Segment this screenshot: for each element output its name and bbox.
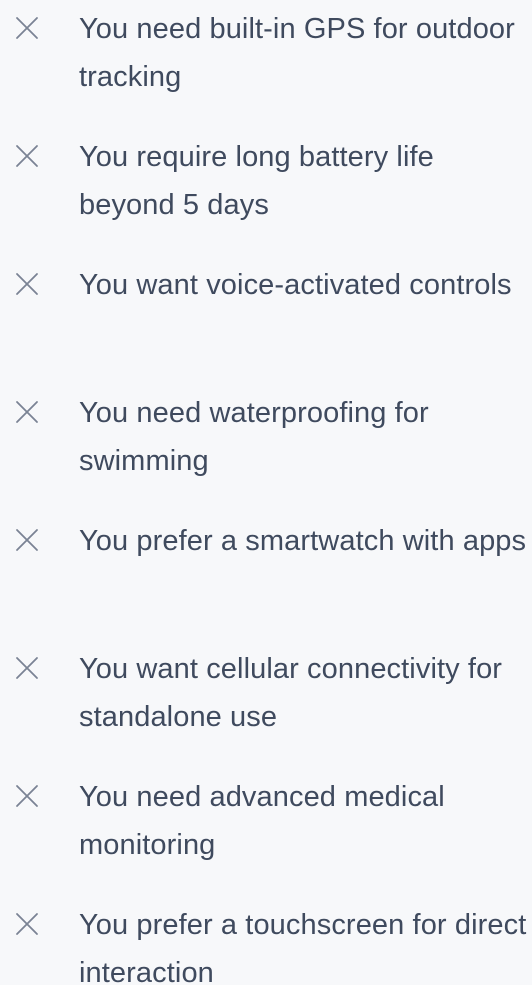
close-x-icon	[15, 656, 39, 680]
list-item-text: You want cellular connectivity for stand…	[79, 653, 503, 733]
list-item: You prefer a smartwatch with apps	[0, 512, 532, 640]
close-x-icon	[15, 16, 39, 40]
list-item-text: You need advanced medical monitoring	[79, 781, 445, 861]
list-item-text: You require long battery life beyond 5 d…	[79, 141, 434, 221]
close-x-icon	[15, 400, 39, 424]
list-item: You need advanced medical monitoring	[0, 768, 532, 896]
list-item: You require long battery life beyond 5 d…	[0, 128, 532, 256]
not-for-you-list: You need built-in GPS for outdoor tracki…	[0, 0, 532, 985]
list-item: You prefer a touchscreen for direct inte…	[0, 896, 532, 985]
close-x-icon	[15, 144, 39, 168]
list-item-text: You prefer a smartwatch with apps	[79, 525, 527, 557]
list-item: You need waterproofing for swimming	[0, 384, 532, 512]
close-x-icon	[15, 272, 39, 296]
close-x-icon	[15, 528, 39, 552]
list-item-text: You prefer a touchscreen for direct inte…	[79, 909, 527, 985]
close-x-icon	[15, 784, 39, 808]
list-item: You want cellular connectivity for stand…	[0, 640, 532, 768]
list-item-text: You want voice-activated controls	[79, 269, 512, 301]
list-item: You need built-in GPS for outdoor tracki…	[0, 0, 532, 128]
list-item-text: You need waterproofing for swimming	[79, 397, 429, 477]
list-item: You want voice-activated controls	[0, 256, 532, 384]
close-x-icon	[15, 912, 39, 936]
list-item-text: You need built-in GPS for outdoor tracki…	[79, 13, 515, 93]
